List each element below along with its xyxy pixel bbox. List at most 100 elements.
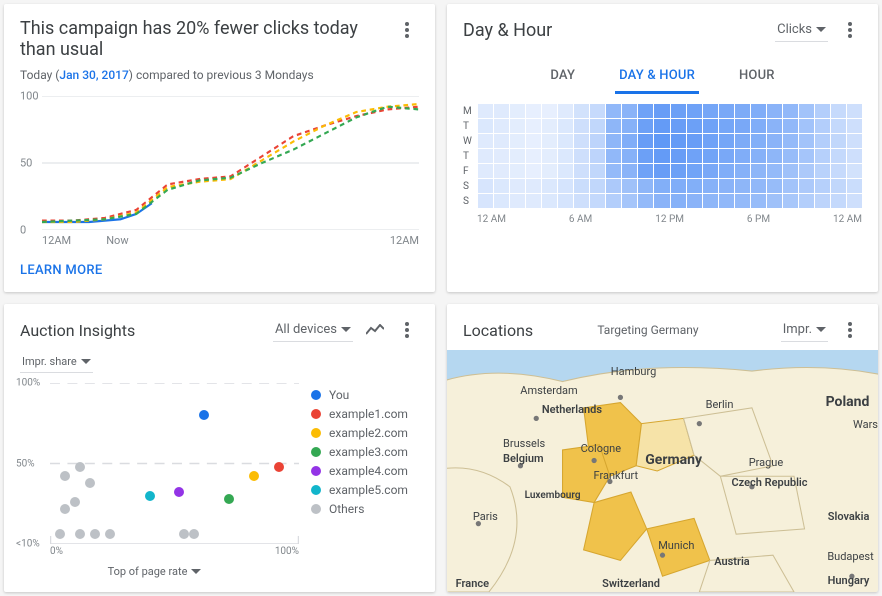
more-icon[interactable] [838, 18, 862, 42]
heatmap-cell [638, 179, 653, 193]
card-title: Locations [463, 321, 533, 340]
heatmap-cell [799, 134, 814, 148]
tab-day[interactable]: DAY [546, 60, 579, 94]
heatmap-cell [831, 194, 846, 208]
scatter-point [60, 504, 70, 514]
heatmap-cell [671, 179, 686, 193]
map[interactable]: Germany Poland Netherlands Belgium Franc… [447, 350, 878, 592]
heatmap-cell [542, 149, 557, 163]
heatmap-cell [526, 164, 541, 178]
heatmap-cell [654, 134, 669, 148]
heatmap-cell [831, 179, 846, 193]
heatmap-cell [719, 134, 734, 148]
line-chart: 100 50 0 [20, 96, 419, 230]
heatmap-cell [703, 104, 718, 118]
scatter-point [274, 462, 284, 472]
locations-card: Locations Targeting Germany Impr. [447, 304, 878, 592]
scatter-point [75, 529, 85, 539]
heatmap-cell [622, 119, 637, 133]
more-icon[interactable] [395, 318, 419, 342]
auction-insights-card: Auction Insights All devices Impr. share… [4, 304, 435, 592]
heatmap-cell [478, 194, 493, 208]
heatmap-row-label: T [463, 149, 477, 163]
heatmap-cell [574, 104, 589, 118]
heatmap-cell [622, 194, 637, 208]
heatmap-cell [703, 119, 718, 133]
scatter-point [189, 529, 199, 539]
heatmap-cell [622, 149, 637, 163]
heatmap-cell [638, 104, 653, 118]
heatmap-cell [622, 104, 637, 118]
heatmap-cell [542, 179, 557, 193]
heatmap-chart: MTWTFSS [463, 104, 862, 208]
legend-item: example4.com [311, 464, 419, 478]
heatmap-cell [526, 194, 541, 208]
more-icon[interactable] [838, 318, 862, 342]
card-subtitle: Today (Jan 30, 2017) compared to previou… [4, 68, 435, 90]
heatmap-cell [478, 179, 493, 193]
map-label-brussels: Brussels [503, 437, 545, 450]
heatmap-cell [735, 179, 750, 193]
device-dropdown[interactable]: All devices [273, 318, 353, 342]
heatmap-cell [767, 179, 782, 193]
x-metric-dropdown[interactable]: Top of page rate [106, 561, 204, 582]
chart-type-icon[interactable] [363, 318, 387, 342]
legend-item: example1.com [311, 407, 419, 421]
more-icon[interactable] [395, 18, 419, 42]
heatmap-cell [815, 104, 830, 118]
metric-dropdown[interactable]: Clicks [775, 18, 828, 42]
map-label-poland: Poland [826, 394, 870, 410]
heatmap-cell [671, 194, 686, 208]
heatmap-cell [687, 194, 702, 208]
heatmap-cell [719, 104, 734, 118]
y-metric-dropdown[interactable]: Impr. share [20, 351, 93, 373]
heatmap-cell [751, 194, 766, 208]
heatmap-cell [558, 134, 573, 148]
heatmap-cell [831, 134, 846, 148]
heatmap-cell [510, 149, 525, 163]
heatmap-cell [703, 194, 718, 208]
map-label-hungary: Hungary [828, 574, 870, 587]
heatmap-cell [703, 179, 718, 193]
heatmap-cell [654, 164, 669, 178]
map-label-budapest: Budapest [827, 550, 873, 563]
heatmap-cell [494, 179, 509, 193]
targeting-label: Targeting Germany [533, 323, 763, 337]
map-label-paris: Paris [473, 510, 498, 523]
legend-item: example3.com [311, 445, 419, 459]
metric-dropdown[interactable]: Impr. [781, 318, 828, 342]
heatmap-cell [510, 164, 525, 178]
tabs: DAY DAY & HOUR HOUR [447, 50, 878, 94]
heatmap-cell [687, 149, 702, 163]
heatmap-cell [751, 134, 766, 148]
heatmap-cell [767, 134, 782, 148]
heatmap-cell [767, 164, 782, 178]
heatmap-cell [558, 194, 573, 208]
heatmap-cell [815, 194, 830, 208]
map-label-berlin: Berlin [706, 398, 734, 411]
heatmap-cell [574, 149, 589, 163]
heatmap-cell [510, 194, 525, 208]
heatmap-cell [526, 149, 541, 163]
heatmap-cell [542, 119, 557, 133]
heatmap-cell [831, 104, 846, 118]
heatmap-row-label: F [463, 164, 477, 178]
heatmap-cell [510, 104, 525, 118]
heatmap-cell [687, 119, 702, 133]
heatmap-cell [847, 164, 862, 178]
scatter-point [224, 494, 234, 504]
heatmap-cell [510, 119, 525, 133]
learn-more-button[interactable]: LEARN MORE [4, 253, 435, 292]
heatmap-cell [654, 194, 669, 208]
heatmap-cell [767, 194, 782, 208]
heatmap-cell [735, 119, 750, 133]
tab-day-hour[interactable]: DAY & HOUR [615, 60, 699, 94]
heatmap-cell [542, 164, 557, 178]
heatmap-cell [478, 164, 493, 178]
heatmap-cell [542, 104, 557, 118]
campaign-performance-card: This campaign has 20% fewer clicks today… [4, 4, 435, 292]
heatmap-cell [671, 119, 686, 133]
tab-hour[interactable]: HOUR [735, 60, 779, 94]
heatmap-cell [703, 149, 718, 163]
heatmap-cell [831, 149, 846, 163]
